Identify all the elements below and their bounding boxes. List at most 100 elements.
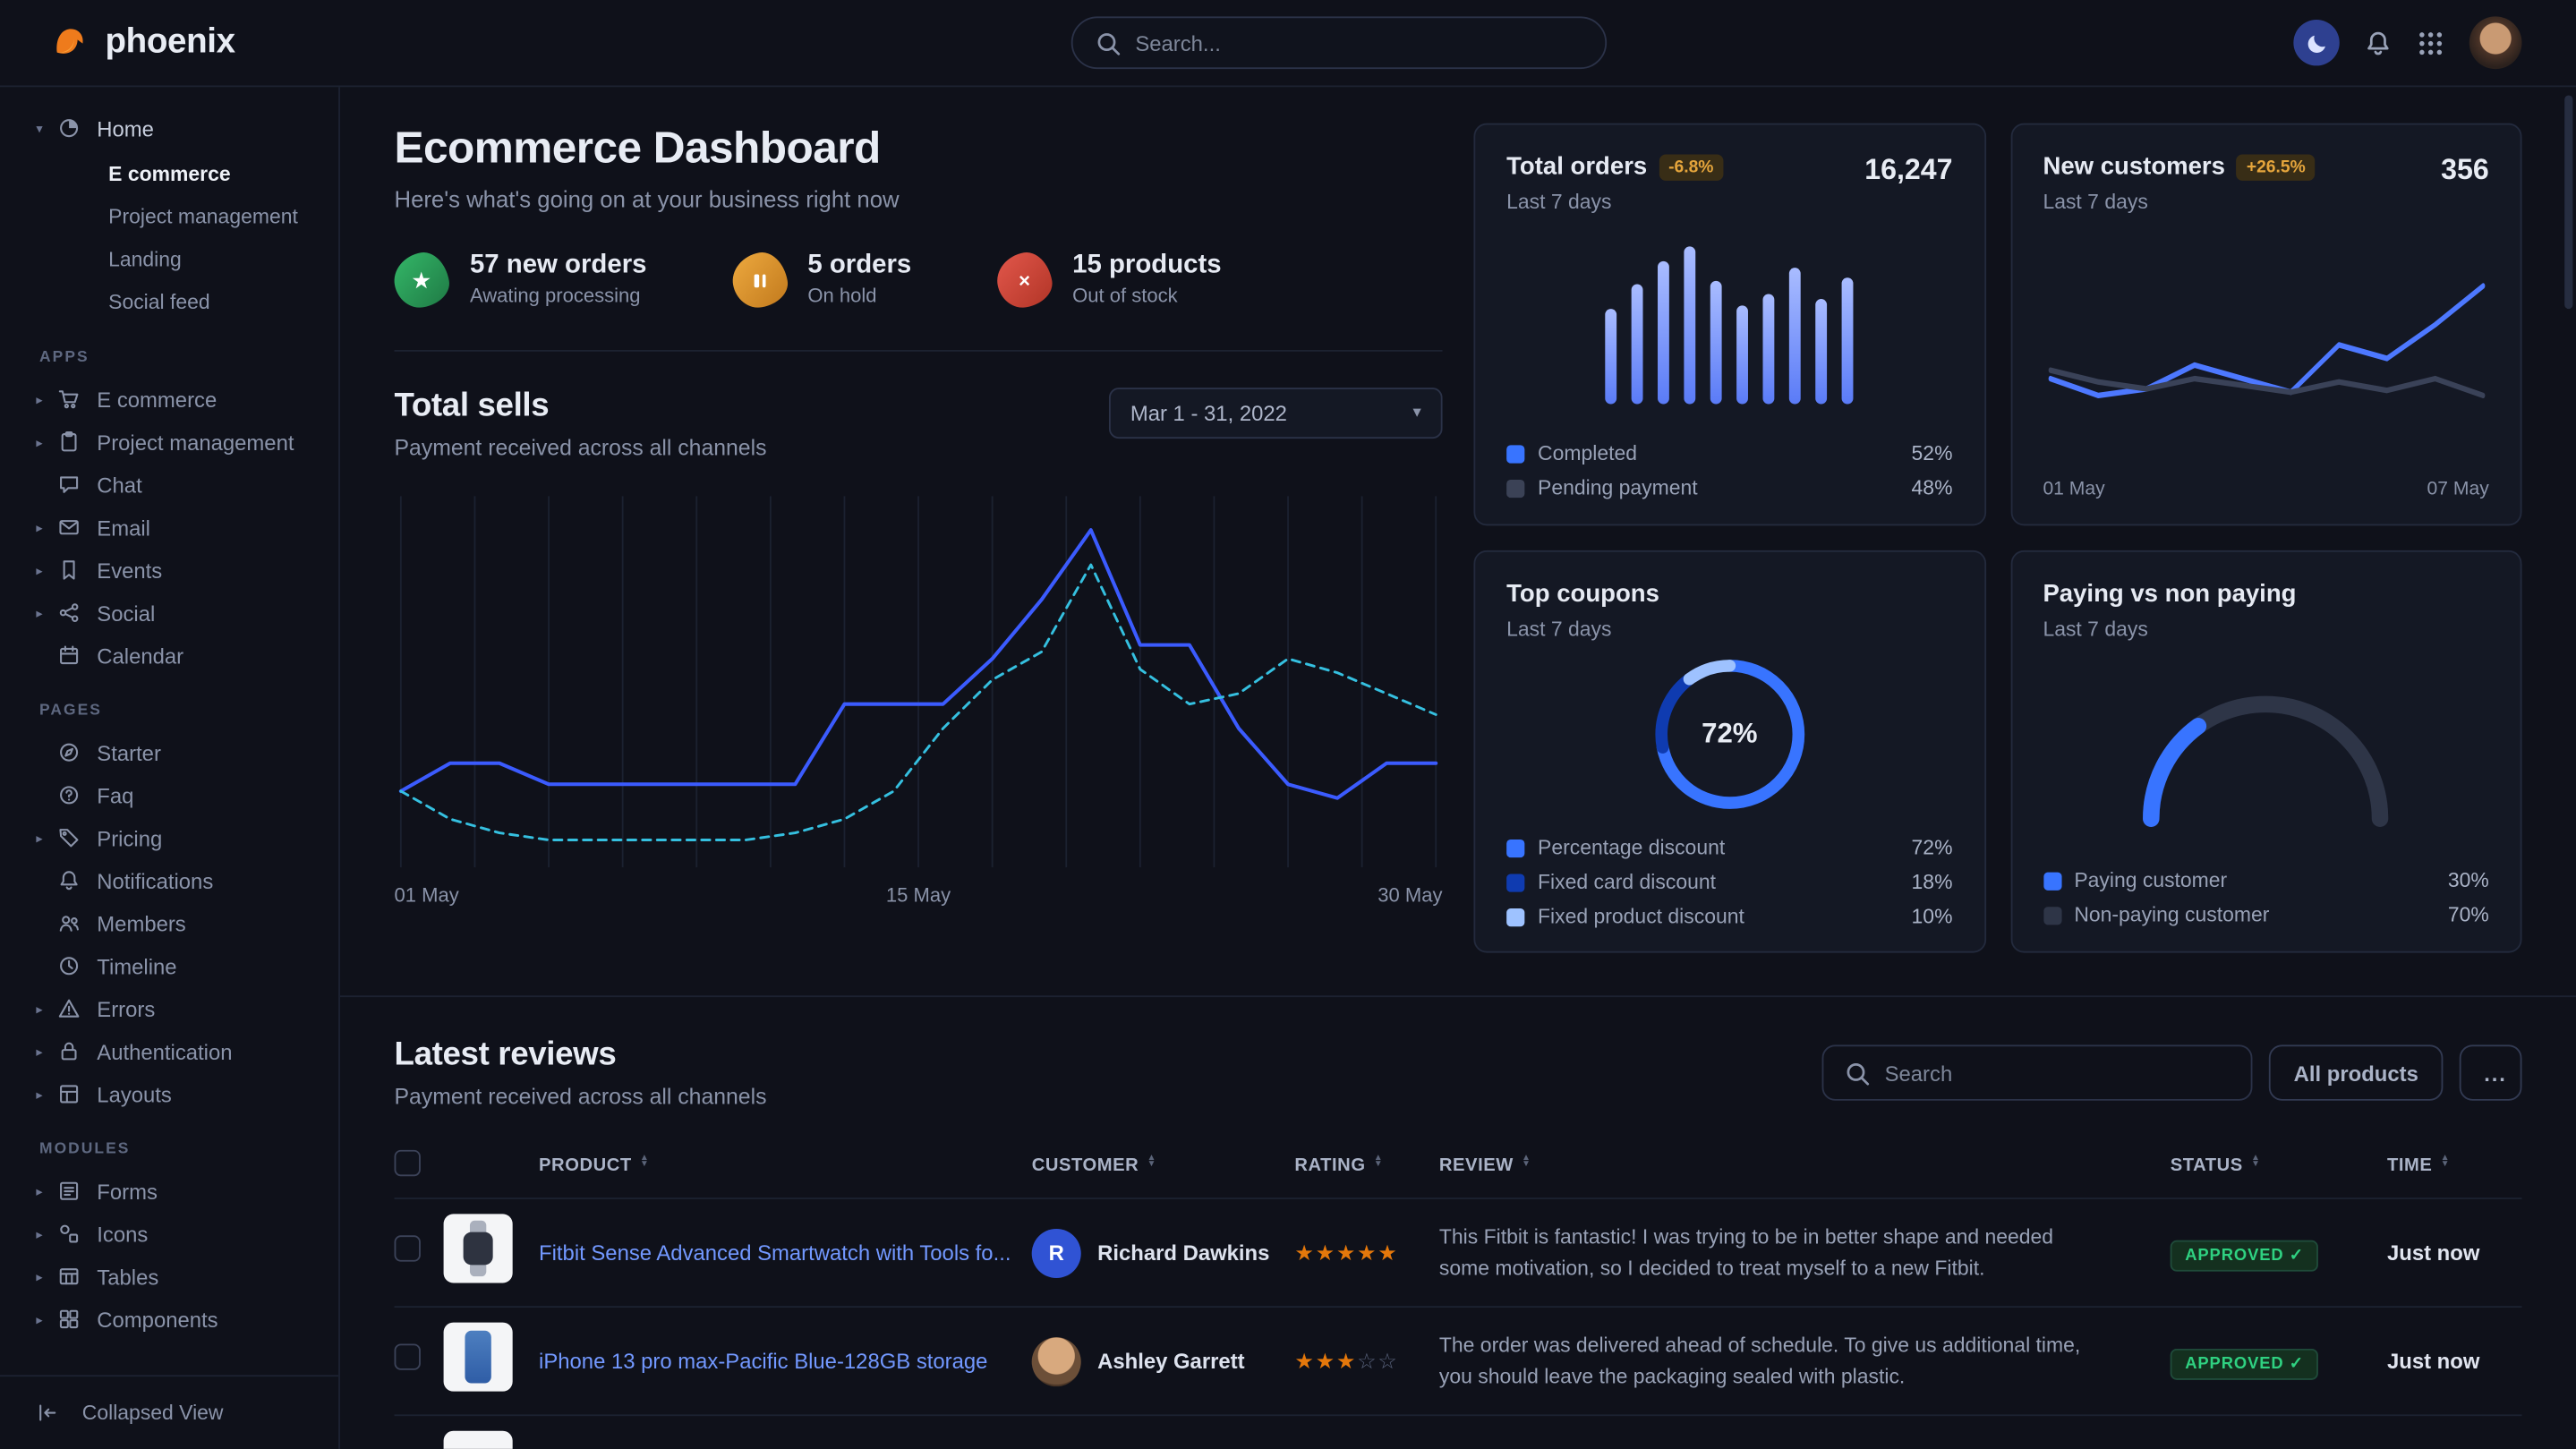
user-avatar[interactable] [2469, 16, 2522, 69]
reviews-toolbar: All products ... [1822, 1044, 2522, 1100]
sidebar-item-e-commerce[interactable]: E commerce [36, 153, 321, 196]
page-subtitle: Here's what's going on at your business … [395, 185, 1443, 211]
order-bar [1632, 285, 1643, 405]
sidebar-item-timeline[interactable]: Timeline [36, 944, 321, 987]
x-axis-label: 30 May [1378, 883, 1442, 907]
sort-icon: ▲▼ [640, 1155, 650, 1170]
product-thumbnail[interactable] [444, 1431, 513, 1449]
global-search-input[interactable] [1135, 30, 1583, 55]
select-all-checkbox[interactable] [395, 1149, 421, 1175]
sidebar-item-landing[interactable]: Landing [36, 238, 321, 281]
app-root: phoenix [0, 0, 2576, 1449]
all-products-button[interactable]: All products [2269, 1044, 2443, 1100]
brand[interactable]: phoenix [49, 22, 235, 64]
lock-icon [57, 1040, 97, 1063]
sort-icon: ▲▼ [2251, 1155, 2261, 1170]
stat-value: 57 new orders [470, 251, 647, 281]
theme-toggle-button[interactable] [2293, 20, 2339, 65]
reviews-search[interactable] [1822, 1044, 2253, 1100]
caret-right-icon: ▸ [36, 1226, 57, 1241]
sidebar-item-notifications[interactable]: Notifications [36, 859, 321, 902]
legend-item-percentage-discount: Percentage discount72% [1506, 836, 1952, 859]
card-title: Total orders [1506, 153, 1647, 181]
caret-right-icon: ▸ [36, 831, 57, 846]
sidebar-item-icons[interactable]: ▸Icons [36, 1213, 321, 1256]
column-header-time[interactable]: TIME▲▼ [2387, 1155, 2522, 1175]
collapsed-view-toggle[interactable]: Collapsed View [0, 1375, 338, 1449]
reviews-search-input[interactable] [1885, 1061, 2231, 1086]
sort-icon: ▲▼ [1522, 1155, 1531, 1170]
sidebar-item-project-management[interactable]: Project management [36, 195, 321, 238]
order-bar [1737, 305, 1749, 405]
caret-right-icon: ▸ [36, 1183, 57, 1198]
notifications-button[interactable] [2364, 29, 2392, 56]
sidebar-item-pricing[interactable]: ▸Pricing [36, 816, 321, 859]
sort-icon: ▲▼ [2441, 1155, 2451, 1170]
legend-item-fixed-product-discount: Fixed product discount10% [1506, 905, 1952, 928]
tag-icon [57, 826, 97, 849]
new-customers-value: 356 [2441, 153, 2489, 188]
table-icon [57, 1265, 97, 1288]
sidebar-item-e-commerce[interactable]: ▸E commerce [36, 378, 321, 421]
product-thumbnail[interactable] [444, 1323, 513, 1392]
pause-icon [728, 248, 790, 311]
date-range-select[interactable]: Mar 1 - 31, 2022 ▾ [1109, 388, 1443, 439]
sidebar-item-email[interactable]: ▸Email [36, 506, 321, 549]
product-link[interactable]: iPhone 13 pro max-Pacific Blue-128GB sto… [539, 1349, 1032, 1374]
column-header-review[interactable]: REVIEW▲▼ [1439, 1155, 2171, 1175]
sidebar-item-events[interactable]: ▸Events [36, 549, 321, 592]
check-icon: ✓ [2290, 1246, 2304, 1264]
product-link[interactable]: Fitbit Sense Advanced Smartwatch with To… [539, 1240, 1032, 1266]
sidebar-item-calendar[interactable]: Calendar [36, 635, 321, 678]
apps-grid-button[interactable] [2417, 29, 2444, 56]
sidebar-item-layouts[interactable]: ▸Layouts [36, 1073, 321, 1116]
scrollbar[interactable] [2564, 95, 2572, 309]
sidebar-item-social[interactable]: ▸Social [36, 592, 321, 635]
row-checkbox[interactable] [395, 1235, 421, 1261]
customer-avatar [1032, 1336, 1081, 1385]
cart-icon [57, 388, 97, 411]
product-thumbnail[interactable] [444, 1214, 513, 1283]
sidebar-item-members[interactable]: Members [36, 902, 321, 945]
column-header-rating[interactable]: RATING▲▼ [1294, 1155, 1439, 1175]
sort-icon: ▲▼ [1374, 1155, 1384, 1170]
sidebar-item-errors[interactable]: ▸Errors [36, 987, 321, 1030]
card-title: Top coupons [1506, 580, 1659, 608]
chat-icon [57, 473, 97, 497]
card-title: New customers [2043, 153, 2225, 181]
sidebar-item-authentication[interactable]: ▸Authentication [36, 1030, 321, 1073]
sidebar-item-chat[interactable]: Chat [36, 464, 321, 507]
chevron-down-icon: ▾ [1412, 405, 1420, 422]
search-icon [1844, 1059, 1872, 1087]
column-header-customer[interactable]: CUSTOMER▲▼ [1032, 1155, 1295, 1175]
brand-name: phoenix [105, 23, 235, 63]
sidebar-item-home[interactable]: ▾Home [36, 107, 321, 149]
total-sells-chart [395, 486, 1443, 874]
sidebar-item-social-feed[interactable]: Social feed [36, 281, 321, 324]
sidebar-item-project-management[interactable]: ▸Project management [36, 421, 321, 464]
global-search[interactable] [1071, 16, 1607, 69]
help-icon [57, 784, 97, 807]
column-header-product[interactable]: PRODUCT▲▼ [539, 1155, 1032, 1175]
sidebar-item-faq[interactable]: Faq [36, 774, 321, 817]
sidebar-item-tables[interactable]: ▸Tables [36, 1255, 321, 1298]
more-options-button[interactable]: ... [2460, 1044, 2522, 1100]
sidebar-section-pages: PAGES [39, 702, 322, 720]
components-icon [57, 1308, 97, 1331]
customer-name: Ashley Garrett [1097, 1349, 1244, 1374]
row-checkbox[interactable] [395, 1343, 421, 1369]
sidebar-item-forms[interactable]: ▸Forms [36, 1170, 321, 1213]
dashboard-top-section: Ecommerce Dashboard Here's what's going … [340, 87, 2576, 997]
top-coupons-card: Top coupons Last 7 days 72% Percentage d… [1473, 550, 1985, 953]
x-axis-label: 01 May [395, 883, 459, 907]
order-bar [1842, 277, 1854, 404]
close-icon: × [993, 248, 1055, 311]
sidebar-item-components[interactable]: ▸Components [36, 1298, 321, 1341]
column-header-status[interactable]: STATUS▲▼ [2171, 1155, 2387, 1175]
stat-caption: Awating processing [470, 285, 647, 308]
latest-reviews-title: Latest reviews [395, 1036, 767, 1074]
sidebar-item-starter[interactable]: Starter [36, 731, 321, 774]
check-icon: ✓ [2290, 1354, 2304, 1372]
trend-badge: +26.5% [2237, 155, 2316, 181]
stat-value: 5 orders [807, 251, 911, 281]
